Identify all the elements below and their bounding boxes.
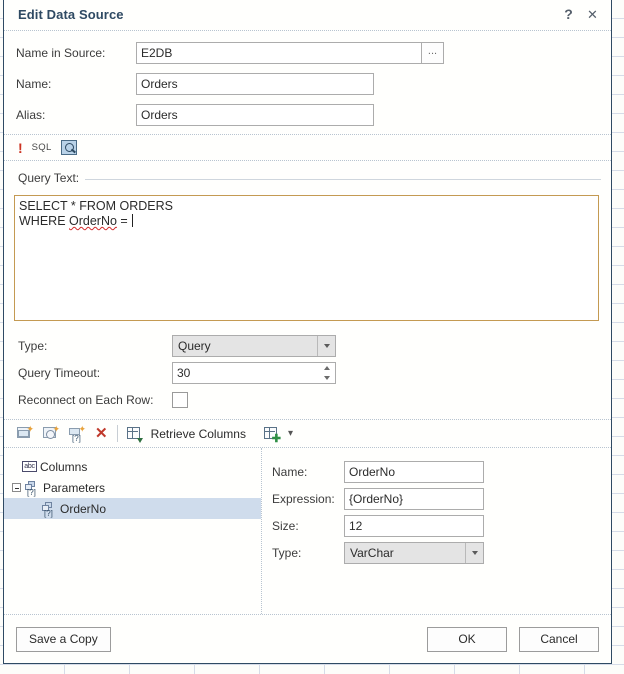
reconnect-row: Reconnect on Each Row: [4, 386, 611, 413]
delete-icon[interactable]: ✕ [95, 426, 108, 441]
dialog-title: Edit Data Source [18, 7, 124, 22]
query-line-2-suffix: = [116, 214, 132, 228]
name-in-source-browse-button[interactable]: ... [421, 41, 444, 64]
type-row: Type: Query [4, 332, 611, 359]
name-row: Name: [16, 68, 599, 99]
query-text-header-rule [85, 178, 601, 180]
name-label: Name: [16, 76, 52, 91]
dialog-titlebar: Edit Data Source ? ✕ [4, 0, 611, 31]
reconnect-checkbox[interactable] [172, 391, 188, 408]
name-in-source-input[interactable] [136, 41, 421, 64]
parameter-icon: [?] [25, 481, 40, 497]
prop-size-row: Size: [262, 512, 611, 539]
chevron-down-icon[interactable] [317, 335, 335, 356]
type-select-value: Query [178, 338, 211, 353]
text-caret [132, 214, 134, 227]
add-expression-column-icon[interactable]: ✦ [43, 424, 60, 442]
prop-type-label: Type: [272, 545, 302, 560]
add-table-dropdown-icon[interactable]: ▾ [288, 428, 293, 439]
toolbar-separator [116, 425, 118, 442]
retrieve-columns-button[interactable]: Retrieve Columns [151, 427, 246, 441]
prop-name-row: Name: [262, 458, 611, 485]
prop-type-select-value: VarChar [350, 545, 394, 560]
prop-size-input[interactable] [344, 514, 484, 537]
prop-expression-row: Expression: [262, 485, 611, 512]
query-text-header: Query Text: [4, 161, 611, 188]
alias-row: Alias: [16, 99, 599, 130]
tree-node-orderno-label: OrderNo [60, 501, 107, 516]
type-label: Type: [18, 338, 48, 353]
tree-node-parameters-label: Parameters [43, 480, 106, 495]
query-line-1: SELECT * FROM ORDERS [19, 199, 173, 213]
warning-icon: ! [18, 139, 23, 156]
edit-data-source-dialog: Edit Data Source ? ✕ Name in Source: ...… [3, 0, 612, 664]
data-source-tree[interactable]: abc Columns [?] Parameters [?] OrderNo [4, 448, 262, 614]
prop-name-label: Name: [272, 464, 308, 479]
columns-parameters-panel: abc Columns [?] Parameters [?] OrderNo N… [4, 448, 611, 615]
query-builder-icon[interactable] [60, 140, 77, 155]
query-timeout-stepper[interactable] [319, 362, 335, 383]
query-text-label: Query Text: [18, 171, 80, 185]
dialog-footer: Save a Copy OK Cancel [4, 615, 611, 663]
query-line-2: WHERE OrderNo = [19, 214, 594, 229]
prop-expression-label: Expression: [272, 491, 335, 506]
alias-label: Alias: [16, 107, 46, 122]
query-options-section: Type: Query Query Timeout: Reconnect on … [4, 321, 611, 419]
retrieve-columns-icon[interactable] [126, 426, 143, 443]
prop-type-select[interactable]: VarChar [344, 541, 484, 564]
cancel-button[interactable]: Cancel [519, 626, 599, 652]
name-input[interactable] [136, 72, 374, 95]
query-timeout-label: Query Timeout: [18, 365, 101, 380]
query-line-2-token: OrderNo [69, 214, 117, 228]
sql-toolbar: ! SQL [4, 135, 611, 161]
prop-name-input[interactable] [344, 460, 484, 483]
close-icon[interactable]: ✕ [583, 5, 602, 24]
tree-node-orderno[interactable]: [?] OrderNo [4, 498, 261, 519]
stepper-down-icon[interactable] [324, 375, 330, 380]
parameter-properties: Name: Expression: Size: Type: VarChar [262, 448, 611, 614]
tree-node-columns-label: Columns [40, 459, 88, 474]
columns-toolbar: ✦ ✦ [?] ✦ ✕ Retrieve Columns ✚ ▾ [4, 419, 611, 448]
alias-input[interactable] [136, 103, 374, 126]
name-in-source-row: Name in Source: ... [16, 37, 599, 68]
ok-button[interactable]: OK [427, 626, 507, 652]
add-column-icon[interactable]: ✦ [17, 424, 34, 442]
name-in-source-control: ... [136, 41, 444, 64]
tree-node-parameters[interactable]: [?] Parameters [4, 477, 261, 498]
query-timeout-input[interactable] [172, 361, 336, 384]
save-a-copy-button[interactable]: Save a Copy [16, 626, 111, 652]
chevron-down-icon[interactable] [465, 542, 483, 563]
prop-expression-input[interactable] [344, 487, 484, 510]
add-parameter-icon[interactable]: [?] ✦ [69, 424, 86, 442]
help-icon[interactable]: ? [559, 5, 578, 24]
identity-fields-section: Name in Source: ... Name: Alias: [4, 31, 611, 134]
parameter-icon: [?] [42, 502, 57, 518]
prop-size-label: Size: [272, 518, 299, 533]
prop-type-row: Type: VarChar [262, 539, 611, 566]
abc-icon: abc [22, 461, 37, 472]
stepper-up-icon[interactable] [324, 365, 330, 370]
collapse-toggle-icon[interactable] [12, 483, 21, 492]
query-timeout-control [172, 361, 336, 384]
add-table-icon[interactable]: ✚ [263, 426, 281, 444]
name-in-source-label: Name in Source: [16, 45, 106, 60]
query-line-2-prefix: WHERE [19, 214, 69, 228]
sql-mode-label[interactable]: SQL [32, 142, 52, 153]
query-timeout-row: Query Timeout: [4, 359, 611, 386]
reconnect-label: Reconnect on Each Row: [18, 392, 154, 407]
query-text-editor[interactable]: SELECT * FROM ORDERS WHERE OrderNo = [14, 195, 599, 321]
tree-node-columns[interactable]: abc Columns [4, 456, 261, 477]
type-select[interactable]: Query [172, 334, 336, 357]
